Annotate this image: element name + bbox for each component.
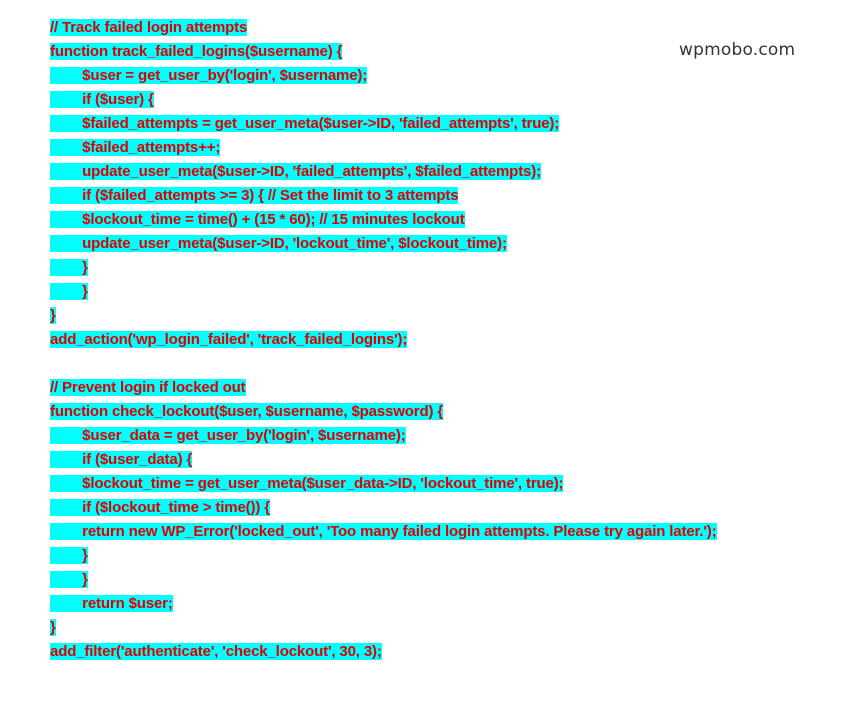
code-indent [50,595,83,612]
code-line: } [50,544,795,568]
code-line: // Prevent login if locked out [50,376,795,400]
code-line-text: $failed_attempts++; [82,139,221,156]
code-snippet: // Track failed login attempts function t… [50,16,795,664]
code-line-text: } [82,283,88,300]
code-line-text: update_user_meta($user->ID, 'failed_atte… [82,163,541,180]
code-line: $failed_attempts++; [50,136,795,160]
code-line: // Track failed login attempts [50,16,795,40]
code-indent [50,523,83,540]
code-line: add_filter('authenticate', 'check_lockou… [50,640,795,664]
code-line: function check_lockout($user, $username,… [50,400,795,424]
code-line-text: $user = get_user_by('login', $username); [82,67,368,84]
code-line: $user = get_user_by('login', $username); [50,64,795,88]
code-line-text: } [82,259,88,276]
code-line-text: $failed_attempts = get_user_meta($user->… [82,115,560,132]
code-line: } [50,280,795,304]
code-line-text: return $user; [82,595,173,612]
code-line: if ($failed_attempts >= 3) { // Set the … [50,184,795,208]
code-line-text: if ($user_data) { [82,451,193,468]
code-line: return $user; [50,592,795,616]
code-line-text: function check_lockout($user, $username,… [50,403,444,420]
code-indent [50,427,83,444]
code-line: } [50,256,795,280]
code-indent [50,211,83,228]
code-line: $lockout_time = time() + (15 * 60); // 1… [50,208,795,232]
code-line-text: $user_data = get_user_by('login', $usern… [82,427,406,444]
code-indent [50,187,83,204]
code-line: } [50,616,795,640]
code-indent [50,115,83,132]
code-line: } [50,568,795,592]
code-indent [50,547,83,564]
code-line-text: } [82,571,88,588]
code-line: add_action('wp_login_failed', 'track_fai… [50,328,795,352]
code-line: update_user_meta($user->ID, 'lockout_tim… [50,232,795,256]
watermark-text: wpmobo.com [679,40,796,60]
code-line-text: if ($user) { [82,91,154,108]
code-line: } [50,304,795,328]
code-indent [50,283,83,300]
code-line: update_user_meta($user->ID, 'failed_atte… [50,160,795,184]
code-indent [50,67,83,84]
code-indent [50,451,83,468]
code-indent [50,259,83,276]
code-indent [50,235,83,252]
code-line: if ($user) { [50,88,795,112]
code-line: $lockout_time = get_user_meta($user_data… [50,472,795,496]
code-indent [50,571,83,588]
code-indent [50,139,83,156]
code-line-text: } [50,619,56,636]
code-indent [50,91,83,108]
code-indent [50,163,83,180]
code-indent [50,499,83,516]
code-line: $user_data = get_user_by('login', $usern… [50,424,795,448]
code-line-text: } [82,547,88,564]
code-line-text: update_user_meta($user->ID, 'lockout_tim… [82,235,507,252]
code-line-text: function track_failed_logins($username) … [50,43,343,60]
code-line: if ($user_data) { [50,448,795,472]
code-line-text: if ($lockout_time > time()) { [82,499,270,516]
code-line-text: if ($failed_attempts >= 3) { // Set the … [82,187,459,204]
code-line: if ($lockout_time > time()) { [50,496,795,520]
code-line-text: add_action('wp_login_failed', 'track_fai… [50,331,408,348]
code-line-text: add_filter('authenticate', 'check_lockou… [50,643,382,660]
code-line-text: // Prevent login if locked out [50,379,246,396]
code-line-text: // Track failed login attempts [50,19,248,36]
code-line-text: return new WP_Error('locked_out', 'Too m… [82,523,717,540]
code-line: $failed_attempts = get_user_meta($user->… [50,112,795,136]
code-line: return new WP_Error('locked_out', 'Too m… [50,520,795,544]
code-line-text: $lockout_time = get_user_meta($user_data… [82,475,564,492]
code-indent [50,475,83,492]
code-line-text: } [50,307,56,324]
code-line-text: $lockout_time = time() + (15 * 60); // 1… [82,211,465,228]
